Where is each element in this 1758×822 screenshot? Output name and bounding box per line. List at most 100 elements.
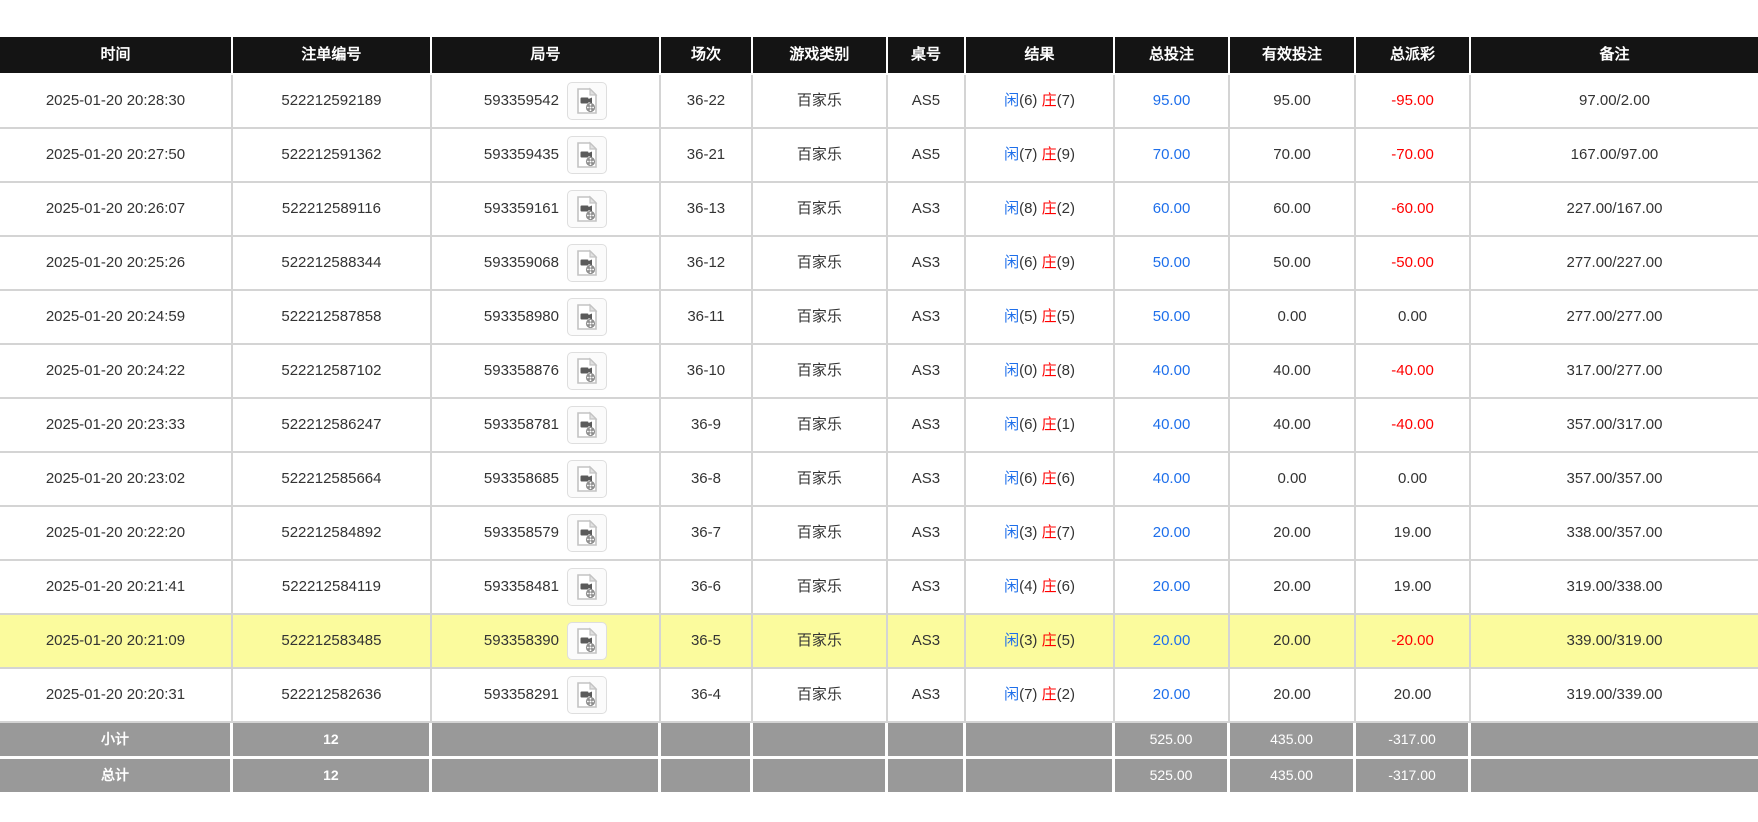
cell-table-number: AS3: [887, 615, 966, 669]
table-row[interactable]: 2025-01-20 20:24:59 522212587858 593358980…: [0, 291, 1758, 345]
table-row[interactable]: 2025-01-20 20:21:09 522212583485 593358390…: [0, 615, 1758, 669]
banker-score: (5): [1056, 632, 1075, 649]
video-replay-button[interactable]: [567, 82, 607, 120]
banker-score: (7): [1056, 524, 1075, 541]
video-replay-button[interactable]: [567, 298, 607, 336]
table-row[interactable]: 2025-01-20 20:27:50 522212591362 593359435…: [0, 129, 1758, 183]
cell-round-number: 593359161: [431, 183, 661, 237]
round-number-group: 593358481: [432, 568, 659, 606]
cell-session: 36-7: [660, 507, 753, 561]
cell-session: 36-9: [660, 399, 753, 453]
cell-session: 36-13: [660, 183, 753, 237]
video-replay-button[interactable]: [567, 136, 607, 174]
cell-remark: 357.00/317.00: [1471, 399, 1758, 453]
cell-result: 闲 (6) 庄 (7): [965, 75, 1116, 129]
player-score: (8): [1019, 200, 1038, 217]
column-header-round-number: 局号: [431, 37, 661, 75]
cell-bet-number: 522212592189: [232, 75, 432, 129]
table-row[interactable]: 2025-01-20 20:25:26 522212588344 593359068…: [0, 237, 1758, 291]
player-label: 闲: [1004, 524, 1020, 541]
round-number-group: 593358876: [432, 352, 659, 390]
banker-label: 庄: [1041, 686, 1057, 703]
cell-result: 闲 (6) 庄 (6): [965, 453, 1116, 507]
table-row[interactable]: 2025-01-20 20:26:07 522212589116 593359161…: [0, 183, 1758, 237]
cell-remark: 319.00/338.00: [1471, 561, 1758, 615]
video-record-icon: [577, 141, 598, 168]
grand-total-row-game-type: [752, 759, 888, 795]
round-number-text: 593359435: [483, 146, 559, 163]
cell-total-bet: 50.00: [1115, 291, 1231, 345]
cell-time: 2025-01-20 20:23:02: [0, 453, 233, 507]
grand-total-row-session: [660, 759, 753, 795]
cell-session: 36-12: [660, 237, 753, 291]
cell-payout: -95.00: [1356, 75, 1472, 129]
cell-game-type: 百家乐: [752, 183, 888, 237]
banker-score: (8): [1056, 362, 1075, 379]
table-row[interactable]: 2025-01-20 20:28:30 522212592189 593359542…: [0, 75, 1758, 129]
column-header-valid-bet: 有效投注: [1230, 37, 1357, 75]
cell-result: 闲 (6) 庄 (1): [965, 399, 1116, 453]
banker-label: 庄: [1041, 254, 1057, 271]
round-number-group: 593359542: [432, 82, 659, 120]
cell-game-type: 百家乐: [752, 561, 888, 615]
cell-bet-number: 522212582636: [232, 669, 432, 723]
video-replay-button[interactable]: [567, 244, 607, 282]
player-score: (3): [1019, 632, 1038, 649]
video-replay-button[interactable]: [567, 676, 607, 714]
video-replay-button[interactable]: [567, 514, 607, 552]
table-row[interactable]: 2025-01-20 20:20:31 522212582636 593358291…: [0, 669, 1758, 723]
round-number-group: 593359435: [432, 136, 659, 174]
subtotal-row-valid-bet: 435.00: [1230, 723, 1357, 759]
column-header-game-type: 游戏类别: [752, 37, 888, 75]
subtotal-row-payout: -317.00: [1356, 723, 1472, 759]
banker-label: 庄: [1041, 362, 1057, 379]
cell-bet-number: 522212586247: [232, 399, 432, 453]
cell-time: 2025-01-20 20:28:30: [0, 75, 233, 129]
video-replay-button[interactable]: [567, 460, 607, 498]
round-number-text: 593359068: [483, 254, 559, 271]
player-label: 闲: [1004, 308, 1020, 325]
cell-remark: 339.00/319.00: [1471, 615, 1758, 669]
cell-table-number: AS3: [887, 237, 966, 291]
video-replay-button[interactable]: [567, 190, 607, 228]
video-replay-button[interactable]: [567, 406, 607, 444]
player-score: (4): [1019, 578, 1038, 595]
cell-total-bet: 70.00: [1115, 129, 1231, 183]
table-row[interactable]: 2025-01-20 20:24:22 522212587102 593358876…: [0, 345, 1758, 399]
table-row[interactable]: 2025-01-20 20:23:33 522212586247 593358781…: [0, 399, 1758, 453]
cell-remark: 277.00/277.00: [1471, 291, 1758, 345]
cell-valid-bet: 60.00: [1230, 183, 1357, 237]
cell-total-bet: 20.00: [1115, 507, 1231, 561]
round-number-text: 593359542: [483, 92, 559, 109]
bet-records-table: 时间 注单编号 局号 场次 游戏类别 桌号 结果 总投注 有效投注 总派彩 备注 2025-01-2…: [0, 37, 1758, 795]
video-replay-button[interactable]: [567, 568, 607, 606]
cell-payout: -40.00: [1356, 399, 1472, 453]
cell-game-type: 百家乐: [752, 399, 888, 453]
cell-bet-number: 522212587102: [232, 345, 432, 399]
cell-time: 2025-01-20 20:22:20: [0, 507, 233, 561]
round-number-text: 593358481: [483, 578, 559, 595]
column-header-payout: 总派彩: [1356, 37, 1472, 75]
video-replay-button[interactable]: [567, 622, 607, 660]
banker-label: 庄: [1041, 470, 1057, 487]
table-row[interactable]: 2025-01-20 20:23:02 522212585664 593358685…: [0, 453, 1758, 507]
table-row[interactable]: 2025-01-20 20:22:20 522212584892 593358579…: [0, 507, 1758, 561]
table-row[interactable]: 2025-01-20 20:21:41 522212584119 593358481…: [0, 561, 1758, 615]
subtotal-row-total-bet: 525.00: [1115, 723, 1231, 759]
video-record-icon: [577, 249, 598, 276]
cell-time: 2025-01-20 20:23:33: [0, 399, 233, 453]
video-replay-button[interactable]: [567, 352, 607, 390]
cell-table-number: AS5: [887, 129, 966, 183]
cell-game-type: 百家乐: [752, 453, 888, 507]
round-number-text: 593358390: [483, 632, 559, 649]
grand-total-row-bet-number: 12: [232, 759, 432, 795]
banker-score: (1): [1056, 416, 1075, 433]
cell-time: 2025-01-20 20:24:22: [0, 345, 233, 399]
cell-total-bet: 50.00: [1115, 237, 1231, 291]
column-header-table-number: 桌号: [887, 37, 966, 75]
cell-result: 闲 (4) 庄 (6): [965, 561, 1116, 615]
cell-total-bet: 60.00: [1115, 183, 1231, 237]
cell-payout: -50.00: [1356, 237, 1472, 291]
banker-score: (7): [1056, 92, 1075, 109]
cell-valid-bet: 0.00: [1230, 453, 1357, 507]
